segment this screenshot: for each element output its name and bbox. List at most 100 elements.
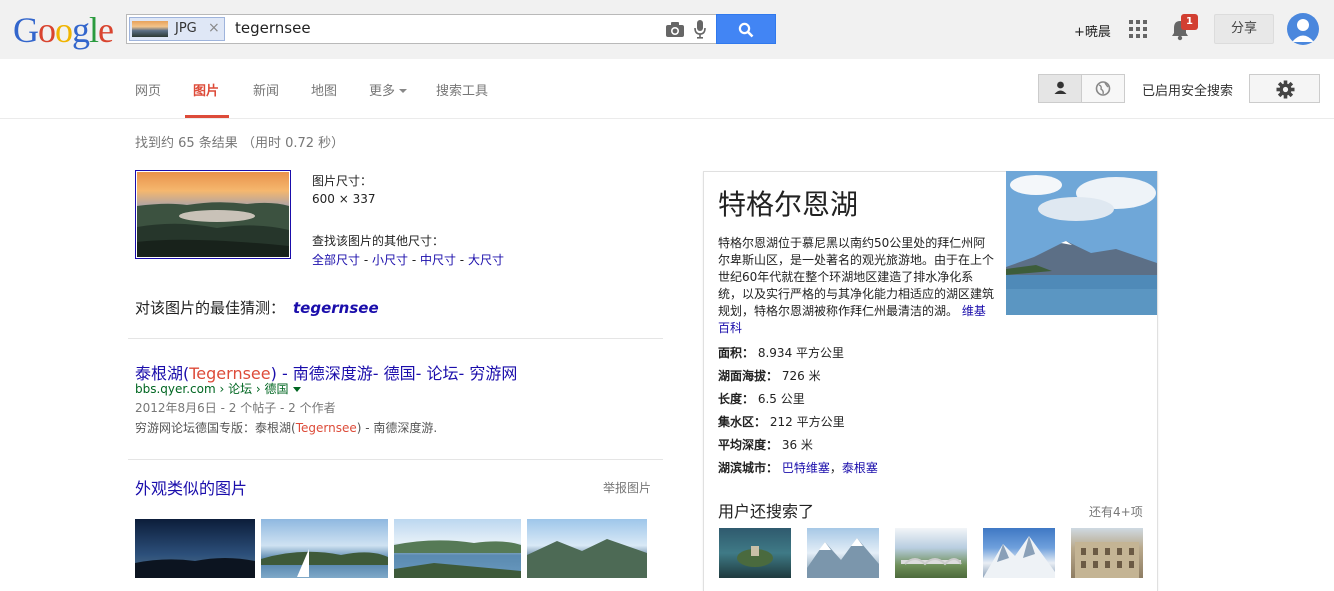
active-tab-indicator xyxy=(185,115,229,118)
size-link-all[interactable]: 全部尺寸 xyxy=(312,253,360,267)
snippet-highlight: Tegernsee xyxy=(295,421,357,435)
fact-label: 长度： xyxy=(718,392,755,406)
fact-value: 212 平方公里 xyxy=(769,415,845,429)
result-stats: 找到约 65 条结果 （用时 0.72 秒） xyxy=(135,136,345,151)
gear-icon xyxy=(1276,80,1295,99)
result-url: bbs.qyer.com › 论坛 › 德国 xyxy=(135,380,301,397)
tab-web[interactable]: 网页 xyxy=(135,80,161,99)
share-button[interactable]: 分享 xyxy=(1214,14,1274,44)
fact-area: 面积： 8.934 平方公里 xyxy=(718,344,844,361)
mountain-lake-image xyxy=(527,539,647,578)
tab-more[interactable]: 更多 xyxy=(369,80,408,99)
image-size-label: 图片尺寸： xyxy=(312,174,373,188)
knowledge-panel-description: 特格尔恩湖位于慕尼黑以南约50公里处的拜仁州阿尔卑斯山区，是一处著名的观光旅游地… xyxy=(718,235,994,337)
settings-button[interactable] xyxy=(1249,74,1320,103)
best-guess-label: 对该图片的最佳猜测： xyxy=(135,299,286,317)
fact-label: 面积： xyxy=(718,346,755,360)
fact-length: 长度： 6.5 公里 xyxy=(718,390,805,407)
divider xyxy=(128,459,663,460)
knowledge-panel-title: 特格尔恩湖 xyxy=(718,188,859,221)
island-castle-image xyxy=(737,546,773,567)
search-input[interactable]: tegernsee xyxy=(235,19,311,37)
result-title-suffix: ) - 南德深度游- 德国- 论坛- 穷游网 xyxy=(270,364,518,383)
image-size-value: 600 × 337 xyxy=(312,192,376,206)
fact-depth: 平均深度： 36 米 xyxy=(718,436,813,453)
best-guess-link[interactable]: tegernsee xyxy=(293,299,379,317)
fact-label: 湖面海拔： xyxy=(718,369,779,383)
size-link-medium[interactable]: 中尺寸 xyxy=(420,253,456,267)
also-searched-title: 用户还搜索了 xyxy=(718,502,815,521)
other-sizes-label: 查找该图片的其他尺寸： xyxy=(312,234,445,248)
also-searched-thumbnail[interactable] xyxy=(719,528,791,578)
search-icon xyxy=(738,22,754,38)
fact-label: 平均深度： xyxy=(718,438,779,452)
snippet-suffix: ) - 南德深度游. xyxy=(356,421,438,435)
fact-towns: 湖滨城市： 巴特维塞，泰根塞 xyxy=(718,461,878,475)
global-results-button[interactable] xyxy=(1082,75,1124,102)
safe-search-status[interactable]: 已启用安全搜索 xyxy=(1142,80,1233,99)
microphone-icon[interactable] xyxy=(693,19,707,39)
notification-count-badge[interactable]: 1 xyxy=(1181,14,1198,30)
nav-bar: 网页 图片 新闻 地图 更多 搜索工具 已启用安全搜索 xyxy=(0,59,1334,119)
result-url-text: bbs.qyer.com › 论坛 › 德国 xyxy=(135,382,289,396)
snow-mountain-image xyxy=(983,536,1055,578)
fact-label: 湖滨城市： xyxy=(718,461,779,475)
similar-images-title[interactable]: 外观类似的图片 xyxy=(135,475,247,499)
tab-news[interactable]: 新闻 xyxy=(253,80,279,99)
fact-label: 集水区： xyxy=(718,415,767,429)
similar-image-thumbnail[interactable] xyxy=(135,519,255,578)
avatar[interactable] xyxy=(1287,13,1319,45)
size-link-small[interactable]: 小尺寸 xyxy=(372,253,408,267)
description-text: 特格尔恩湖位于慕尼黑以南约50公里处的拜仁州阿尔卑斯山区，是一处著名的观光旅游地… xyxy=(718,236,995,318)
similar-image-thumbnail[interactable] xyxy=(527,519,647,578)
similar-image-thumbnail[interactable] xyxy=(261,519,388,578)
lake-landscape-image xyxy=(137,202,289,257)
apps-grid-icon[interactable] xyxy=(1129,20,1147,38)
tab-more-label: 更多 xyxy=(369,84,396,99)
image-chip-label: JPG xyxy=(175,21,197,36)
search-image-chip[interactable]: JPG × xyxy=(129,17,225,41)
google-logo[interactable]: Google xyxy=(13,10,114,50)
user-name-link[interactable]: +暁晨 xyxy=(1074,21,1111,40)
person-icon xyxy=(1054,81,1067,94)
globe-icon xyxy=(1095,81,1111,96)
results-toggle xyxy=(1038,74,1125,103)
aerial-lake-image xyxy=(394,540,521,578)
search-button[interactable] xyxy=(716,14,776,44)
fact-value: 8.934 平方公里 xyxy=(757,346,845,360)
best-guess: 对该图片的最佳猜测： tegernsee xyxy=(135,297,379,318)
also-searched-thumbnail[interactable] xyxy=(983,528,1055,578)
divider xyxy=(128,338,663,339)
top-bar: Google JPG × tegernsee +暁晨 1 分享 xyxy=(0,0,1334,59)
tab-maps[interactable]: 地图 xyxy=(311,80,337,99)
town-link-tegernsee[interactable]: 泰根塞 xyxy=(842,461,878,475)
query-image-thumbnail[interactable] xyxy=(135,170,291,259)
town-link-bad-wiessee[interactable]: 巴特维塞 xyxy=(782,461,830,475)
fact-value: 726 米 xyxy=(781,369,821,383)
remove-image-icon[interactable]: × xyxy=(208,20,220,36)
also-searched-thumbnail[interactable] xyxy=(807,528,879,578)
fact-elevation: 湖面海拔： 726 米 xyxy=(718,367,821,384)
night-lake-image xyxy=(135,558,255,578)
knowledge-panel-image[interactable] xyxy=(1006,171,1157,315)
personal-results-button[interactable] xyxy=(1039,75,1082,102)
tab-images[interactable]: 图片 xyxy=(193,80,219,99)
fact-catchment: 集水区： 212 平方公里 xyxy=(718,413,845,430)
chevron-down-icon xyxy=(399,89,408,93)
result-snippet: 穷游网论坛德国专版：泰根湖(Tegernsee) - 南德深度游. xyxy=(135,419,437,436)
similar-image-thumbnail[interactable] xyxy=(394,519,521,578)
search-box[interactable]: JPG × tegernsee xyxy=(126,14,716,44)
size-link-large[interactable]: 大尺寸 xyxy=(468,253,504,267)
camera-icon[interactable] xyxy=(665,21,685,38)
url-dropdown-icon[interactable] xyxy=(292,387,301,392)
also-searched-more-link[interactable]: 还有4+项 xyxy=(1089,503,1143,520)
also-searched-thumbnail[interactable] xyxy=(1071,528,1143,578)
palace-building-image xyxy=(1075,542,1139,578)
snippet-prefix: 穷游网论坛德国专版：泰根湖( xyxy=(135,421,296,435)
snowy-valley-image xyxy=(807,538,879,578)
also-searched-thumbnail[interactable] xyxy=(895,528,967,578)
tab-search-tools[interactable]: 搜索工具 xyxy=(436,80,488,99)
tegernsee-lake-photo xyxy=(1006,171,1157,315)
report-image-link[interactable]: 举报图片 xyxy=(603,479,651,496)
user-avatar-icon xyxy=(1292,19,1314,42)
